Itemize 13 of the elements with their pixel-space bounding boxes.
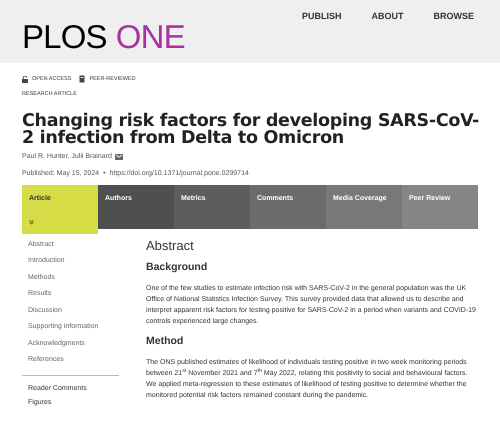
nav-link[interactable]: PUBLISH [302, 10, 342, 24]
logo-text[interactable]: ONE [116, 20, 185, 53]
chevron-icon [29, 220, 34, 224]
section-heading: Abstract [146, 238, 195, 252]
logo-text[interactable]: PLOS [22, 20, 107, 53]
subsection-heading: Background [146, 260, 208, 272]
subsection-heading: Method [146, 334, 184, 346]
nav-link[interactable]: ABOUT [372, 10, 404, 24]
document-icon [79, 75, 86, 84]
article-title: Changing risk factors for developing SARS-CoV-2 infection from Delta to Omicron [22, 112, 480, 146]
nav-link[interactable]: BROWSE [434, 10, 474, 24]
lock-icon [22, 76, 28, 83]
email-icon[interactable] [114, 154, 123, 160]
